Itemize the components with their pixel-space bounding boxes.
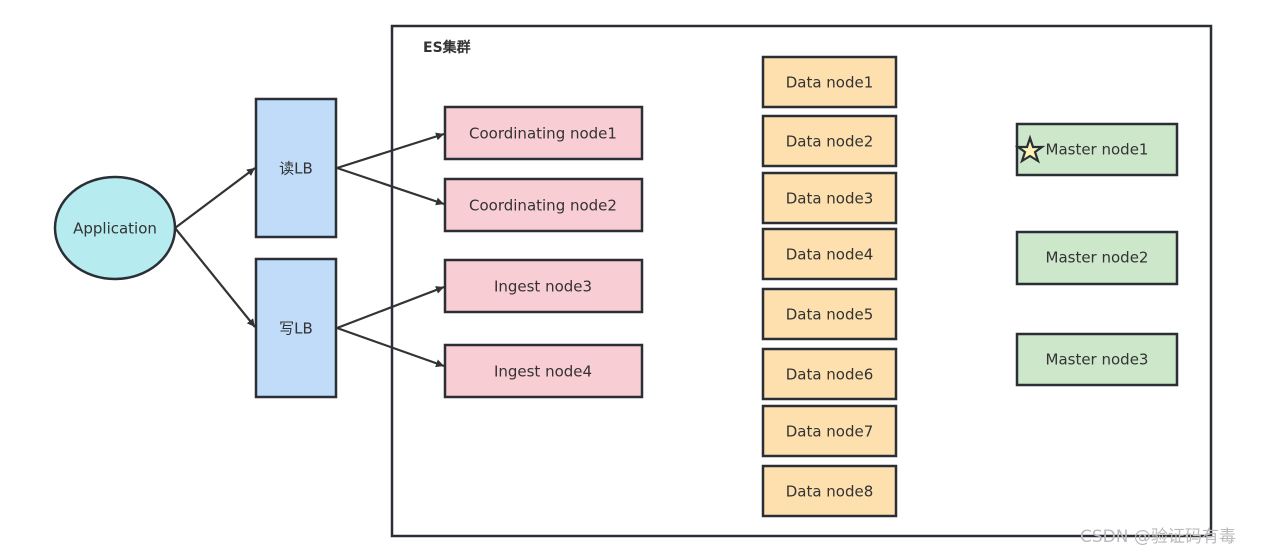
node-label: Data node5 bbox=[786, 306, 874, 324]
node-label: Ingest node4 bbox=[494, 363, 592, 381]
node-label: Master node1 bbox=[1046, 141, 1149, 159]
node-label: Data node6 bbox=[786, 366, 874, 384]
data-node-5: Data node5 bbox=[761, 287, 898, 341]
node-label: Ingest node3 bbox=[494, 278, 592, 296]
node-label: Data node8 bbox=[786, 483, 874, 501]
node-label: Data node7 bbox=[786, 423, 874, 441]
edge-read-lb-coord1 bbox=[336, 132, 445, 170]
data-node-8: Data node8 bbox=[761, 464, 898, 518]
read-lb-label: 读LB bbox=[279, 160, 313, 178]
master-node-3: Master node3 bbox=[1015, 332, 1179, 387]
node-label: Master node2 bbox=[1046, 249, 1149, 267]
node-label: Coordinating node1 bbox=[469, 125, 617, 143]
data-node-1: Data node1 bbox=[761, 55, 898, 109]
edge-write-lb-ingest4 bbox=[336, 326, 445, 368]
read-lb-node: 读LB bbox=[254, 97, 338, 239]
watermark: CSDN @验证码有毒 bbox=[1080, 527, 1236, 547]
edge-app-write-lb bbox=[174, 227, 256, 328]
edge-read-lb-coord2 bbox=[336, 166, 445, 206]
edge-app-read-lb bbox=[174, 167, 256, 229]
coordinating-node-1: Coordinating node1 bbox=[443, 105, 644, 161]
master-node-2: Master node2 bbox=[1015, 230, 1179, 286]
node-label: Data node4 bbox=[786, 246, 874, 264]
diagram-canvas: ES集群 Application 读LB 写LB Coordinating no… bbox=[53, 24, 1236, 547]
data-node-7: Data node7 bbox=[761, 404, 898, 458]
write-lb-label: 写LB bbox=[279, 320, 313, 338]
ingest-node-3: Ingest node3 bbox=[443, 258, 644, 314]
cluster-title: ES集群 bbox=[423, 39, 471, 56]
application-label: Application bbox=[73, 220, 157, 238]
data-node-4: Data node4 bbox=[761, 227, 898, 281]
node-label: Data node2 bbox=[786, 133, 874, 151]
master-node-1: Master node1 bbox=[1014, 122, 1179, 177]
edge-write-lb-ingest3 bbox=[336, 285, 445, 330]
node-label: Coordinating node2 bbox=[469, 197, 617, 215]
write-lb-node: 写LB bbox=[254, 257, 338, 399]
data-node-6: Data node6 bbox=[761, 347, 898, 401]
data-nodes: Data node1 Data node2 Data node3 Data node4… bbox=[761, 55, 898, 518]
data-node-3: Data node3 bbox=[761, 171, 898, 225]
ingest-node-4: Ingest node4 bbox=[443, 343, 644, 399]
node-label: Data node1 bbox=[786, 74, 874, 92]
node-label: Master node3 bbox=[1046, 351, 1149, 369]
node-label: Data node3 bbox=[786, 190, 874, 208]
application-node: Application bbox=[53, 175, 177, 281]
data-node-2: Data node2 bbox=[761, 114, 898, 168]
coordinating-node-2: Coordinating node2 bbox=[443, 177, 644, 233]
